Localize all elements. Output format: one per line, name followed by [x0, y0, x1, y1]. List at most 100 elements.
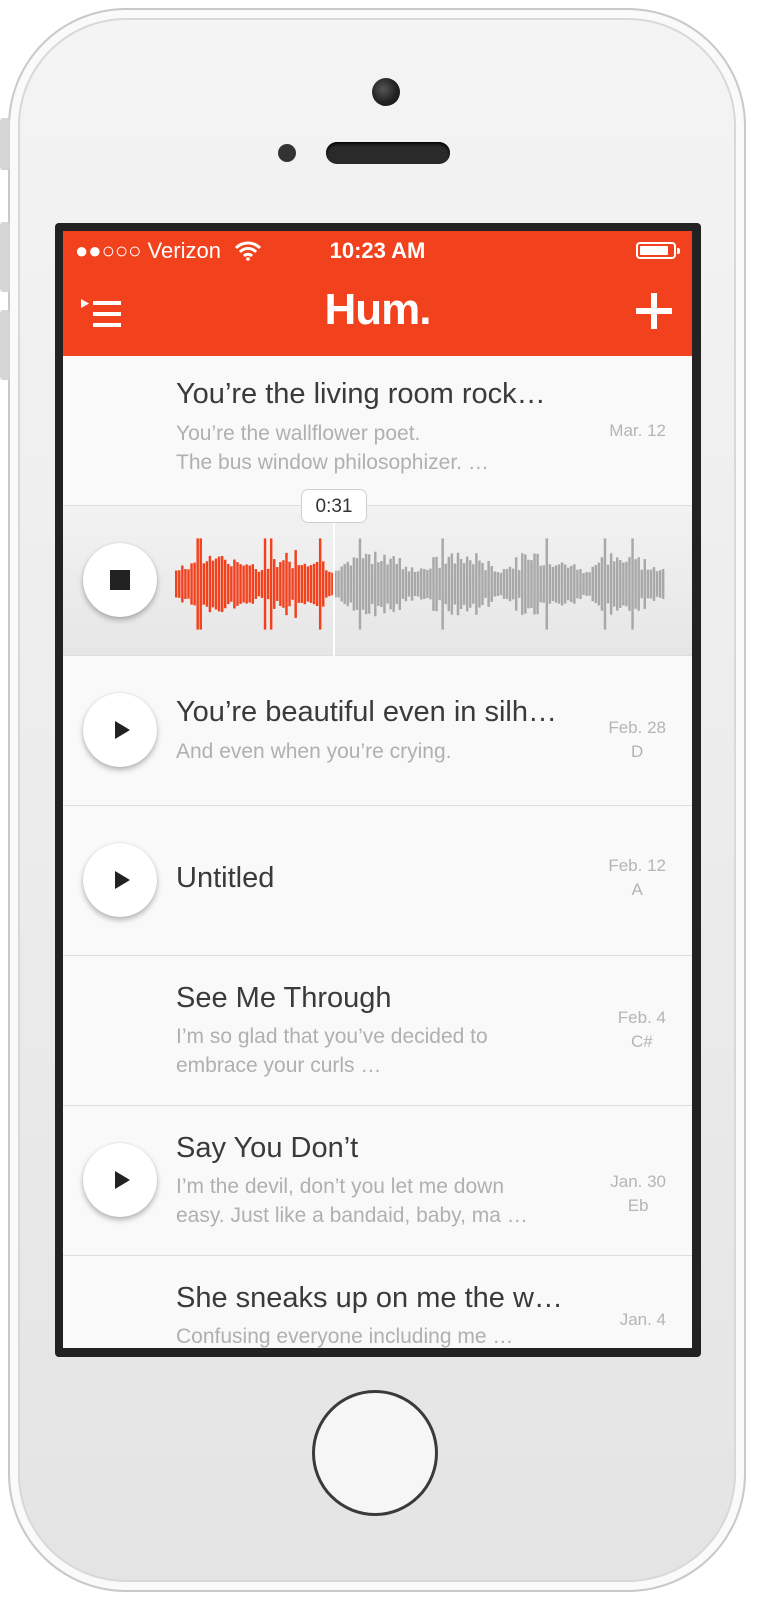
waveform-bar	[297, 565, 300, 603]
waveform-bar	[573, 564, 576, 604]
waveform-bar	[398, 558, 402, 610]
waveform-bar	[196, 538, 199, 630]
waveform-bar	[312, 563, 316, 605]
waveform-bar	[395, 563, 398, 605]
waveform-bar	[315, 561, 319, 607]
waveform-bar	[609, 553, 613, 615]
play-button[interactable]	[83, 693, 157, 767]
song-date-key: Feb. 4 C#	[618, 1006, 666, 1054]
waveform-bar	[563, 564, 567, 604]
waveform-bar	[260, 570, 264, 598]
waveform-bar	[655, 571, 659, 597]
waveform-bar	[214, 558, 218, 610]
song-row[interactable]: You’re beautiful even in silh… And even …	[63, 656, 692, 806]
waveform-bar	[441, 538, 444, 630]
waveform-bar	[211, 560, 215, 608]
waveform-bar	[640, 569, 643, 599]
waveform-bar	[251, 564, 255, 604]
waveform-bar	[478, 560, 481, 608]
waveform-bar	[309, 565, 313, 603]
waveform-bar	[462, 563, 466, 605]
waveform-bar	[389, 558, 392, 610]
waveform-bar	[273, 559, 276, 609]
song-lyrics-line: You’re the wallflower poet.	[176, 422, 421, 445]
song-date-key: Jan. 30 Eb	[610, 1170, 666, 1218]
waveform-bar	[490, 566, 493, 602]
waveform-bar	[603, 538, 607, 630]
now-playing-row[interactable]: 0:31	[63, 489, 692, 656]
waveform-bar	[291, 568, 294, 600]
waveform-bar	[410, 567, 414, 601]
waveform-bar	[377, 562, 380, 606]
mute-switch	[0, 118, 10, 170]
song-lyrics-line: embrace your curls …	[176, 1054, 382, 1077]
waveform-bar	[202, 563, 206, 605]
stop-icon	[110, 570, 130, 590]
home-button[interactable]	[312, 1390, 438, 1516]
song-date: Jan. 30	[610, 1172, 666, 1191]
waveform-bar	[521, 553, 524, 615]
waveform-bar	[658, 570, 662, 598]
song-title: Say You Don’t	[176, 1132, 359, 1164]
waveform-bar	[416, 571, 420, 597]
waveform-bar	[505, 568, 509, 600]
song-row[interactable]: Say You Don’t I’m the devil, don’t you l…	[63, 1106, 692, 1256]
waveform-bar	[582, 573, 585, 595]
waveform-bar	[364, 553, 368, 615]
waveform-bar	[404, 566, 408, 602]
waveform-bar	[413, 571, 417, 597]
playhead[interactable]	[333, 523, 335, 656]
waveform-bar	[361, 558, 365, 610]
waveform-bar	[426, 570, 429, 598]
waveform-bar	[340, 566, 343, 602]
play-button[interactable]	[83, 1143, 157, 1217]
waveform-bar	[606, 564, 610, 604]
waveform-bar	[508, 566, 512, 602]
waveform-bar	[386, 564, 389, 604]
song-date: Feb. 12	[608, 856, 666, 875]
waveform-bar	[637, 557, 640, 611]
song-row[interactable]: Untitled Feb. 12 A	[63, 806, 692, 956]
waveform-bar	[591, 566, 594, 602]
volume-down-button	[0, 310, 10, 380]
waveform-bar	[325, 570, 328, 598]
stop-button[interactable]	[83, 543, 157, 617]
song-lyrics-line: Confusing everyone including me …	[176, 1325, 514, 1348]
waveform-bar	[527, 559, 530, 609]
waveform-bar	[236, 562, 239, 606]
waveform-bar	[499, 572, 503, 596]
waveform-bar	[438, 567, 441, 601]
waveform-bar	[484, 570, 487, 598]
waveform-bar	[634, 559, 637, 609]
waveform-bar	[367, 554, 371, 614]
waveform-bar	[597, 562, 601, 606]
song-lyrics-line: And even when you’re crying.	[176, 740, 452, 763]
waveform-bar	[266, 568, 270, 600]
elapsed-time: 0:31	[301, 489, 367, 523]
waveform-bar	[493, 571, 496, 597]
volume-up-button	[0, 222, 10, 292]
add-song-button[interactable]	[634, 291, 674, 331]
song-date-key: Feb. 28 D	[608, 716, 666, 764]
waveform-bar	[542, 565, 545, 603]
waveform-bar	[456, 552, 460, 616]
plus-icon	[636, 293, 672, 329]
song-row[interactable]: You’re the living room rock… You’re the …	[63, 356, 692, 506]
song-row[interactable]: She sneaks up on me the w… Confusing eve…	[63, 1256, 692, 1348]
song-key: C#	[631, 1032, 653, 1051]
song-row[interactable]: See Me Through I’m so glad that you’ve d…	[63, 956, 692, 1106]
waveform-bar	[282, 560, 285, 608]
waveform-bar	[557, 564, 561, 604]
waveform[interactable]	[175, 536, 665, 632]
song-date-key: Feb. 12 A	[608, 854, 666, 902]
song-title: See Me Through	[176, 982, 392, 1014]
play-button[interactable]	[83, 843, 157, 917]
waveform-bar	[459, 559, 463, 609]
waveform-bar	[230, 566, 233, 602]
waveform-bar	[257, 571, 261, 597]
waveform-bar	[514, 557, 518, 611]
waveform-bar	[649, 569, 653, 599]
song-title: She sneaks up on me the w…	[176, 1282, 563, 1314]
waveform-bar	[600, 557, 604, 611]
waveform-bar	[401, 569, 405, 599]
